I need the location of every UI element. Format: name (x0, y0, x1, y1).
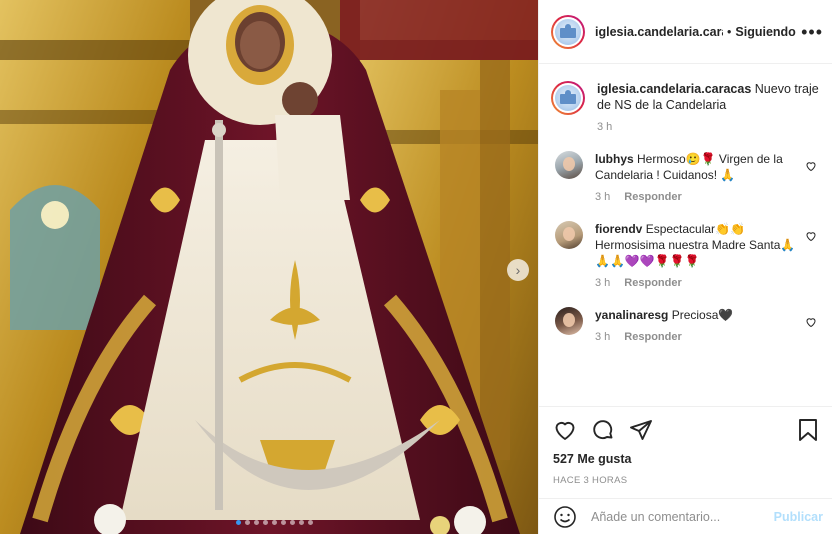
publish-button[interactable]: Publicar (774, 510, 823, 524)
virgin-statue-image (0, 0, 538, 534)
bookmark-icon[interactable] (797, 418, 819, 442)
caption-text: iglesia.candelaria.caracas Nuevo traje d… (597, 81, 821, 113)
comment-composer: Publicar (539, 498, 832, 534)
comment-like-heart-icon[interactable] (805, 316, 817, 328)
author-username[interactable]: iglesia.candelaria.caracas (595, 25, 723, 39)
comment-item: lubhys Hermoso🥲🌹 Virgen de la Candelaria… (551, 151, 821, 203)
carousel-next-button[interactable]: › (507, 259, 529, 281)
comment-time[interactable]: 3 h (595, 277, 610, 289)
carousel-dot (299, 520, 304, 525)
comment-username[interactable]: lubhys (595, 152, 634, 166)
carousel-dot (308, 520, 313, 525)
post-timestamp[interactable]: HACE 3 HORAS (553, 475, 819, 486)
caption-time[interactable]: 3 h (597, 121, 612, 133)
caption-avatar[interactable] (551, 81, 585, 115)
action-icons-row (553, 417, 819, 443)
comment-username[interactable]: yanalinaresg (595, 308, 668, 322)
heart-icon[interactable] (553, 418, 577, 442)
comment-time[interactable]: 3 h (595, 191, 610, 203)
author-avatar[interactable] (551, 14, 585, 49)
separator-dot: • (727, 24, 732, 39)
reply-button[interactable]: Responder (624, 191, 681, 203)
share-icon[interactable] (629, 418, 653, 442)
follow-status-button[interactable]: Siguiendo (735, 25, 795, 39)
carousel-dot (236, 520, 241, 525)
comment-username[interactable]: fiorendv (595, 222, 642, 236)
comment-icon[interactable] (591, 418, 615, 442)
comments-list[interactable]: iglesia.candelaria.caracas Nuevo traje d… (539, 65, 832, 406)
commenter-avatar[interactable] (555, 151, 583, 179)
more-options-icon[interactable]: ••• (801, 23, 823, 41)
comment-like-heart-icon[interactable] (805, 230, 817, 242)
carousel-dot (290, 520, 295, 525)
carousel-dot (272, 520, 277, 525)
reply-button[interactable]: Responder (624, 277, 681, 289)
comment-text: Preciosa🖤 (671, 308, 734, 322)
carousel-dot (254, 520, 259, 525)
post-header: iglesia.candelaria.caracas • Siguiendo •… (539, 0, 832, 64)
post-photo[interactable]: › (0, 0, 538, 534)
carousel-dot (281, 520, 286, 525)
post-side-panel: iglesia.candelaria.caracas • Siguiendo •… (538, 0, 832, 534)
comment-item: fiorendv Espectacular👏👏 Hermosisima nues… (551, 221, 821, 289)
carousel-dot (263, 520, 268, 525)
post-actions: 527 Me gusta HACE 3 HORAS (539, 406, 832, 486)
caption-username[interactable]: iglesia.candelaria.caracas (597, 82, 751, 96)
commenter-avatar[interactable] (555, 221, 583, 249)
likes-count[interactable]: 527 Me gusta (553, 452, 819, 466)
carousel-dot (245, 520, 250, 525)
commenter-avatar[interactable] (555, 307, 583, 335)
carousel-indicator (236, 520, 313, 525)
chevron-right-icon: › (515, 262, 521, 278)
emoji-icon[interactable] (553, 505, 577, 529)
comment-time[interactable]: 3 h (595, 331, 610, 343)
post-caption: iglesia.candelaria.caracas Nuevo traje d… (551, 81, 821, 133)
reply-button[interactable]: Responder (624, 331, 681, 343)
comment-input[interactable] (591, 509, 774, 524)
comment-like-heart-icon[interactable] (805, 160, 817, 172)
comment-item: yanalinaresg Preciosa🖤 3 h Responder (551, 307, 821, 343)
caption-meta: 3 h (597, 121, 821, 133)
